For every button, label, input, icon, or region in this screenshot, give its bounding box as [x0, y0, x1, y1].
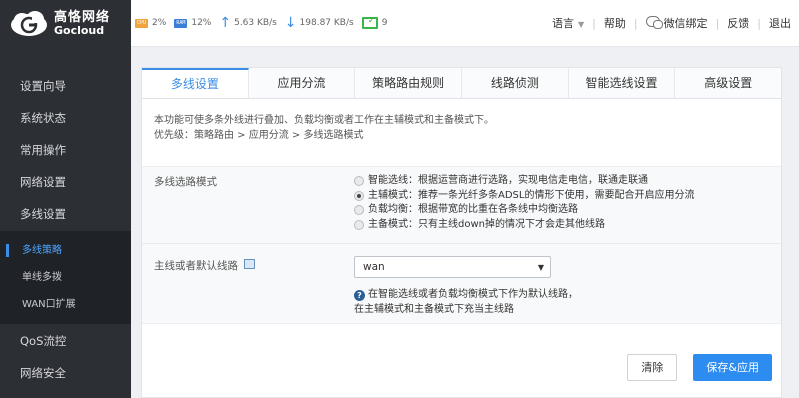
sidebar-subitem-wan-expansion[interactable]: WAN口扩展: [0, 291, 131, 318]
top-bar: CPU 2% RAM 12% ↑ 5.63 KB/s ↓ 198.87 KB/s…: [131, 0, 799, 47]
chevron-down-icon: ▼: [577, 20, 585, 29]
main-panel: 多线设置 应用分流 策略路由规则 线路侦测 智能选线设置 高级设置 本功能可使多…: [141, 67, 782, 398]
sidebar-item-common-ops[interactable]: 常用操作: [0, 134, 131, 166]
default-line-control: wan ▼ ? 在智能选线或者负载均衡模式下作为默认线路， 在主辅模式和主备模式下…: [354, 256, 578, 323]
wechat-bind-link[interactable]: 微信绑定: [645, 15, 708, 31]
mode-row: 多线选路模式 智能选线：根据运营商进行选路，实现电信走电信，联通走联通 主辅模式…: [142, 167, 781, 244]
language-menu[interactable]: 语言 ▼: [552, 15, 584, 31]
ram-value: 12%: [191, 18, 212, 28]
divider: |: [592, 16, 596, 30]
tab-app-routing[interactable]: 应用分流: [248, 68, 356, 98]
radio-primary-backup[interactable]: 主备模式：只有主线down掉的情况下才会走其他线路: [354, 218, 694, 233]
default-line-select[interactable]: wan ▼: [354, 256, 551, 278]
default-line-label: 主线或者默认线路: [154, 260, 238, 272]
radio-label: 负载均衡：根据带宽的比重在各条线中均衡选路: [368, 204, 578, 215]
clear-button[interactable]: 清除: [627, 354, 678, 381]
divider: |: [757, 16, 761, 30]
description-line-2: 优先级：策略路由 > 应用分流 > 多线选路模式: [154, 130, 364, 141]
radio-label: 智能选线：根据运营商进行选路，实现电信走电信，联通走联通: [368, 175, 648, 186]
help-link[interactable]: 帮助: [604, 15, 626, 31]
tab-policy-routing-rules[interactable]: 策略路由规则: [355, 68, 463, 98]
default-line-row: 主线或者默认线路 wan ▼ ? 在智能选线或者负载均衡模式下作为默认线路， 在主…: [142, 244, 781, 323]
mode-radio-group: 智能选线：根据运营商进行选路，实现电信走电信，联通走联通 主辅模式：推荐一条光纤…: [354, 174, 694, 243]
sidebar-submenu: 多线策略 单线多拨 WAN口扩展: [0, 231, 131, 324]
sidebar-item-system-status[interactable]: 系统状态: [0, 102, 131, 134]
upload-value: 5.63 KB/s: [234, 18, 277, 28]
tab-advanced-settings[interactable]: 高级设置: [675, 68, 782, 98]
default-line-hint: ? 在智能选线或者负载均衡模式下作为默认线路， 在主辅模式和主备模式下充当主线路: [354, 287, 578, 317]
online-devices[interactable]: 9: [361, 16, 388, 29]
tab-smart-line-settings[interactable]: 智能选线设置: [568, 68, 676, 98]
sidebar: 高恪网络 Gocloud 设置向导 系统状态 常用操作 网络设置 多线设置 多线…: [0, 0, 131, 398]
settings-form: 多线选路模式 智能选线：根据运营商进行选路，实现电信走电信，联通走联通 主辅模式…: [142, 166, 781, 324]
radio-button[interactable]: [354, 205, 364, 216]
select-value: wan: [363, 261, 385, 273]
logo[interactable]: 高恪网络 Gocloud: [0, 0, 131, 47]
upload-speed: ↑ 5.63 KB/s: [219, 16, 276, 30]
hint-line-1: 在智能选线或者负载均衡模式下作为默认线路，: [368, 289, 578, 300]
ram-icon: RAM: [174, 18, 188, 28]
brand-name-en: Gocloud: [54, 23, 105, 37]
download-speed: ↓ 198.87 KB/s: [285, 16, 354, 30]
mode-label: 多线选路模式: [154, 176, 217, 188]
top-nav: 语言 ▼ | 帮助 | 微信绑定 | 反馈 | 退出: [552, 15, 799, 31]
radio-load-balance[interactable]: 负载均衡：根据带宽的比重在各条线中均衡选路: [354, 203, 694, 218]
cpu-value: 2%: [152, 18, 167, 28]
tab-line-detection[interactable]: 线路侦测: [462, 68, 569, 98]
action-buttons: 清除 保存&应用: [627, 354, 772, 381]
divider: |: [633, 16, 638, 30]
save-apply-button[interactable]: 保存&应用: [693, 354, 772, 381]
question-icon: ?: [354, 290, 365, 301]
upload-arrow-icon: ↑: [219, 15, 232, 31]
radio-label: 主备模式：只有主线down掉的情况下才会走其他线路: [368, 218, 605, 230]
logout-link[interactable]: 退出: [769, 15, 791, 31]
tab-bar: 多线设置 应用分流 策略路由规则 线路侦测 智能选线设置 高级设置: [142, 68, 782, 99]
chevron-down-icon: ▼: [537, 262, 544, 272]
feedback-link[interactable]: 反馈: [727, 15, 749, 31]
hint-line-2: 在主辅模式和主备模式下充当主线路: [354, 304, 514, 315]
tab-multiline-settings[interactable]: 多线设置: [142, 68, 249, 98]
description-line-1: 本功能可使多条外线进行叠加、负载均衡或者工作在主辅模式和主备模式下。: [154, 115, 494, 126]
devices-count: 9: [381, 18, 388, 28]
sidebar-item-setup-wizard[interactable]: 设置向导: [0, 70, 131, 102]
radio-smart-line[interactable]: 智能选线：根据运营商进行选路，实现电信走电信，联通走联通: [354, 174, 694, 189]
cpu-icon: CPU: [135, 18, 149, 28]
sidebar-item-qos[interactable]: QoS流控: [0, 325, 131, 357]
info-doc-icon[interactable]: [244, 259, 255, 269]
radio-button-checked[interactable]: [354, 190, 364, 201]
sidebar-subitem-multiline-policy[interactable]: 多线策略: [0, 237, 131, 264]
wechat-label: 微信绑定: [663, 17, 708, 30]
language-label: 语言: [551, 17, 574, 30]
sidebar-item-multiline-settings[interactable]: 多线设置: [0, 198, 131, 230]
sidebar-item-network-settings[interactable]: 网络设置: [0, 166, 131, 198]
radio-button[interactable]: [354, 219, 364, 230]
monitor-check-icon: [361, 16, 378, 29]
radio-label: 主辅模式：推荐一条光纤多条ADSL的情形下使用，需要配合开启应用分流: [368, 189, 695, 201]
radio-button[interactable]: [354, 176, 364, 187]
wechat-icon: [645, 16, 663, 29]
sidebar-item-network-security[interactable]: 网络安全: [0, 357, 131, 389]
default-line-label-wrap: 主线或者默认线路: [154, 256, 354, 323]
download-value: 198.87 KB/s: [299, 18, 354, 28]
gocloud-logo-icon: [11, 10, 47, 36]
radio-primary-auxiliary[interactable]: 主辅模式：推荐一条光纤多条ADSL的情形下使用，需要配合开启应用分流: [354, 189, 694, 204]
download-arrow-icon: ↓: [284, 15, 297, 31]
brand-name-cn: 高恪网络: [54, 9, 111, 25]
description: 本功能可使多条外线进行叠加、负载均衡或者工作在主辅模式和主备模式下。 优先级：策…: [142, 99, 781, 166]
divider: |: [715, 16, 720, 30]
cpu-usage: CPU 2%: [135, 18, 166, 28]
ram-usage: RAM 12%: [174, 18, 211, 28]
sidebar-subitem-single-line-multidial[interactable]: 单线多拨: [0, 264, 131, 291]
